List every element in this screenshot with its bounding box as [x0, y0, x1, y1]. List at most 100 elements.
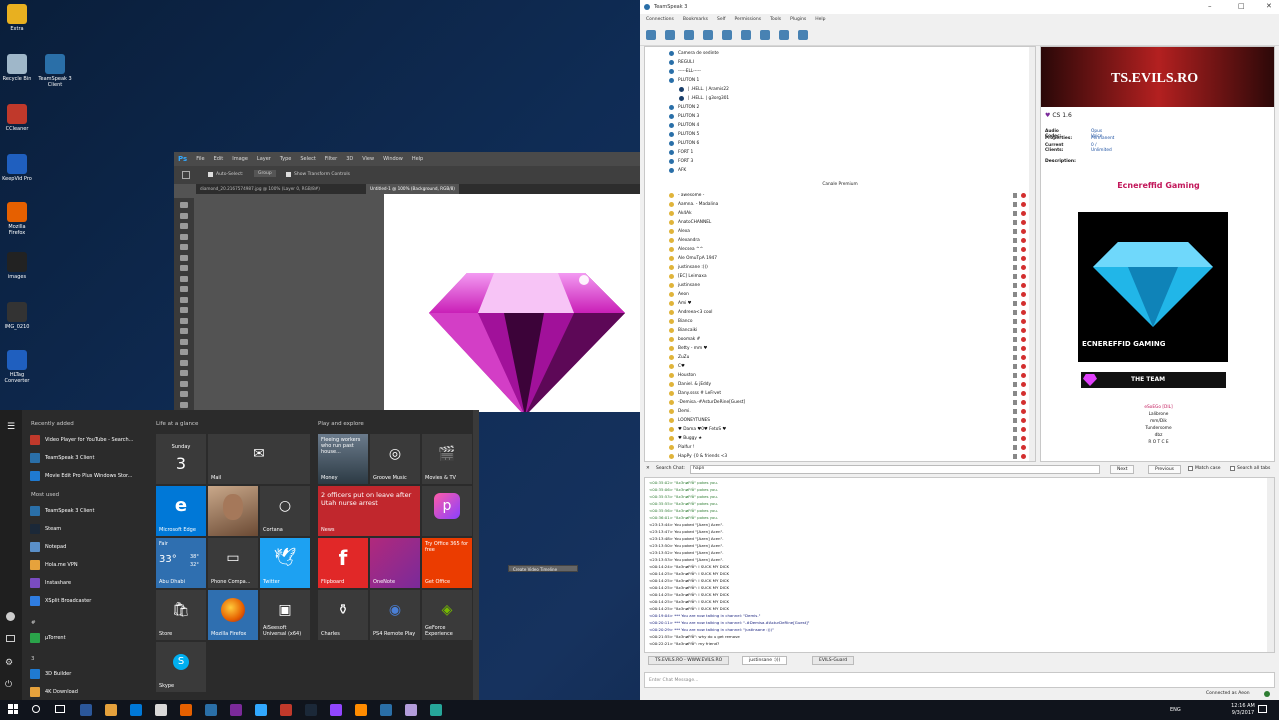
- channel-item[interactable]: Bianco: [645, 317, 1035, 326]
- channel-item[interactable]: PLUTON 3: [645, 112, 1035, 121]
- mail-tile[interactable]: ✉ Mail: [208, 434, 310, 484]
- aiseesoft-tile[interactable]: ▣ AiSeesoft Universal (x64): [260, 590, 310, 640]
- ps-tool-icon[interactable]: [180, 391, 188, 397]
- channel-item[interactable]: justinsane: [645, 281, 1035, 290]
- channel-item[interactable]: Dany.ssss # LeFrvet: [645, 389, 1035, 398]
- start-menu-scrollbar[interactable]: [473, 410, 479, 700]
- clock-time[interactable]: 12:16 AM: [1228, 703, 1258, 709]
- app-list-item[interactable]: 4K Download: [30, 686, 148, 698]
- channel-item[interactable]: Ak4Ak: [645, 209, 1035, 218]
- chat-tab[interactable]: EVILS-Guard: [812, 656, 855, 665]
- channel-item[interactable]: Houston: [645, 371, 1035, 380]
- weather-tile[interactable]: Fair 33° 38° 32° Abu Dhabi: [156, 538, 206, 588]
- mute-speakers-icon[interactable]: [741, 30, 751, 40]
- ps-tool-icon[interactable]: [180, 401, 188, 408]
- search-input[interactable]: hapn: [690, 465, 1100, 474]
- search-all-checkbox[interactable]: [1230, 466, 1235, 471]
- charles-tile[interactable]: ⚱ Charles: [318, 590, 368, 640]
- app2-taskbar-icon[interactable]: [430, 704, 442, 716]
- file-explorer-icon[interactable]: [6, 635, 15, 642]
- start-button[interactable]: [8, 704, 18, 714]
- photo-tile[interactable]: [208, 486, 258, 536]
- obs-taskbar-icon[interactable]: [405, 704, 417, 716]
- power-icon[interactable]: ⏻: [5, 680, 12, 690]
- away-icon[interactable]: [703, 30, 713, 40]
- channel-item[interactable]: PLUTON 2: [645, 103, 1035, 112]
- ps-menu-item[interactable]: Edit: [214, 156, 224, 162]
- ps-tool-icon[interactable]: [180, 328, 188, 334]
- task-view-icon[interactable]: [55, 705, 65, 713]
- ps-menu-item[interactable]: Help: [412, 156, 423, 162]
- picsart-tile[interactable]: p: [422, 486, 472, 536]
- minimize-button[interactable]: –: [1208, 2, 1212, 10]
- ps-menu-item[interactable]: Window: [383, 156, 403, 162]
- ps-tool-icon[interactable]: [180, 202, 188, 208]
- store-taskbar-icon[interactable]: [130, 704, 142, 716]
- search-icon[interactable]: [32, 705, 40, 713]
- match-case-checkbox[interactable]: [1188, 466, 1193, 471]
- ps-menu-item[interactable]: Type: [280, 156, 291, 162]
- ps-tool-icon[interactable]: [180, 338, 188, 345]
- clock-date[interactable]: 9/3/2017: [1228, 710, 1258, 716]
- movies-tile[interactable]: 🎬 Movies & TV: [422, 434, 472, 484]
- channel-item[interactable]: -Demisa.-#AsturDeRine[Guest]: [645, 398, 1035, 407]
- app-list-item[interactable]: Video Player for YouTube - Search...: [30, 434, 148, 446]
- ps-tool-icon[interactable]: [180, 349, 188, 355]
- chat-tab[interactable]: TS.EVILS.RO - WWW.EVILS.RO: [648, 656, 730, 665]
- bookmark-icon[interactable]: [684, 30, 694, 40]
- document-tab-2[interactable]: Untitled-1 @ 100% (Background, RGB/8): [366, 184, 459, 194]
- app-list-item[interactable]: XSplit Broadcaster: [30, 595, 148, 607]
- search-next-button[interactable]: Next: [1110, 465, 1135, 474]
- mute-mic-icon[interactable]: [722, 30, 732, 40]
- firefox-tile[interactable]: Mozilla Firefox: [208, 590, 258, 640]
- hash-letter-heading[interactable]: #: [31, 620, 36, 626]
- channel-item[interactable]: ZuZu: [645, 353, 1035, 362]
- store-tile[interactable]: 🛍 Store: [156, 590, 206, 640]
- ps-tool-icon[interactable]: [180, 212, 188, 219]
- geforce-tile[interactable]: ◈ GeForce Experience: [422, 590, 472, 640]
- ps-tool-icon[interactable]: [180, 223, 188, 229]
- channel-tree[interactable]: Canale Premium Camera de sedinte REGULI --…: [644, 46, 1036, 462]
- skype-tile[interactable]: S Skype: [156, 642, 206, 692]
- connect-icon[interactable]: [646, 30, 656, 40]
- office-tile[interactable]: Try Office 365 for free Get Office: [422, 538, 472, 588]
- channel-item[interactable]: FORT 3: [645, 157, 1035, 166]
- channel-item[interactable]: Biancaiki: [645, 326, 1035, 335]
- desktop-icon[interactable]: TeamSpeak 3 Client: [38, 54, 72, 88]
- desktop-icon[interactable]: Mozilla Firefox: [0, 202, 34, 236]
- app-list-item[interactable]: Steam: [30, 523, 148, 535]
- onenote-taskbar-icon[interactable]: [230, 704, 242, 716]
- desktop-icon[interactable]: KeepVid Pro: [0, 154, 34, 182]
- twitter-tile[interactable]: 🕊 Twitter: [260, 538, 310, 588]
- ps-tool-icon[interactable]: [180, 233, 188, 240]
- app-list-item[interactable]: TeamSpeak 3 Client: [30, 452, 148, 464]
- app-list-item[interactable]: Notepad: [30, 541, 148, 553]
- action-center-icon[interactable]: [1258, 705, 1267, 713]
- app-taskbar-icon[interactable]: [380, 704, 392, 716]
- auto-select-checkbox[interactable]: [208, 172, 213, 177]
- close-button[interactable]: ✕: [1266, 2, 1272, 10]
- settings-gear-icon[interactable]: ⚙: [5, 658, 13, 668]
- channel-item[interactable]: Pialfur !: [645, 443, 1035, 452]
- flipboard-tile[interactable]: f Flipboard: [318, 538, 368, 588]
- channel-item[interactable]: Betty - mm ♥: [645, 344, 1035, 353]
- phone-companion-tile[interactable]: ▭ Phone Compa...: [208, 538, 258, 588]
- ps-tool-icon[interactable]: [180, 307, 188, 313]
- channel-item[interactable]: Ale OmuTpA 1947: [645, 254, 1035, 263]
- ps-tool-icon[interactable]: [180, 296, 188, 303]
- channel-item[interactable]: AFK: [645, 166, 1035, 175]
- vlc-taskbar-icon[interactable]: [355, 704, 367, 716]
- photoshop-canvas[interactable]: [384, 194, 640, 416]
- news-tile[interactable]: 2 officers put on leave after Utah nurse…: [318, 486, 420, 536]
- desktop-icon[interactable]: HLTag Converter: [0, 350, 34, 384]
- ps-menu-item[interactable]: File: [196, 156, 204, 162]
- ps-tool-icon[interactable]: [180, 380, 188, 387]
- channel-item[interactable]: -----ELL-----: [645, 67, 1035, 76]
- transform-controls-checkbox[interactable]: [286, 172, 291, 177]
- app-list-item[interactable]: µTorrent: [30, 632, 148, 644]
- chrome-taskbar-icon[interactable]: [155, 704, 167, 716]
- ts-menu-item[interactable]: Bookmarks: [683, 17, 708, 22]
- app-list-item[interactable]: TeamSpeak 3 Client: [30, 505, 148, 517]
- twitch-taskbar-icon[interactable]: [330, 704, 342, 716]
- chat-log[interactable]: <00:35:02> "ßx3nøFfå" pokes you. <00:35:0…: [644, 477, 1275, 653]
